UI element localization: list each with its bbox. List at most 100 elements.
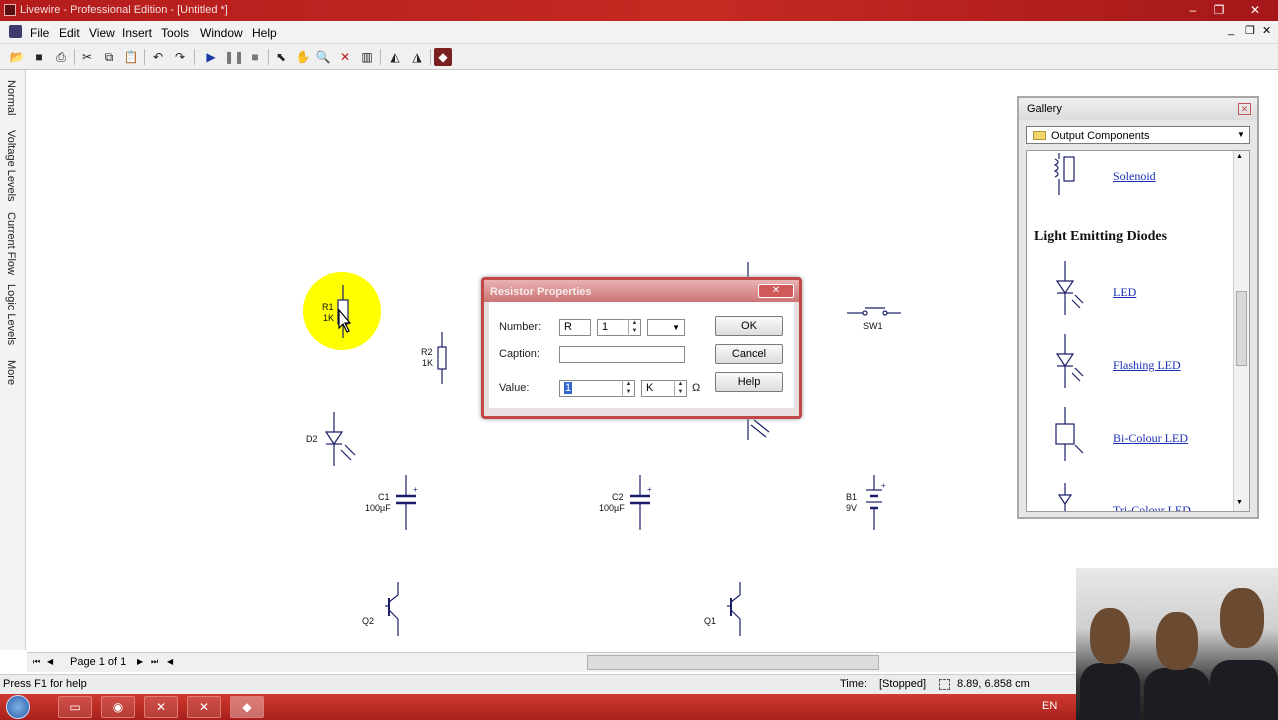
- page-label: Page 1 of 1: [70, 656, 127, 668]
- paste-icon[interactable]: 📋: [122, 48, 140, 66]
- maximize-button[interactable]: ❐: [1210, 2, 1228, 18]
- pointer-icon[interactable]: ⬉: [272, 48, 290, 66]
- gallery-item-tricolour-led[interactable]: Tri-Colour LED: [1113, 503, 1191, 511]
- gallery-close-button[interactable]: ✕: [1238, 103, 1251, 115]
- caption-field[interactable]: [559, 346, 685, 363]
- toolbar-divider: [268, 49, 269, 65]
- copy-icon[interactable]: ⧉: [100, 48, 118, 66]
- gallery-item-flashing-led[interactable]: Flashing LED: [1113, 358, 1181, 373]
- minimize-button[interactable]: –: [1184, 2, 1202, 18]
- next-page-icon[interactable]: ▶: [137, 657, 143, 666]
- caption-label: Caption:: [499, 348, 540, 360]
- gallery-item-led[interactable]: LED: [1113, 285, 1136, 300]
- sw1-contact: [862, 310, 868, 316]
- person-left-body: [1080, 663, 1140, 720]
- livewire-task-icon[interactable]: ◆: [230, 696, 264, 718]
- r1-value: 1K: [323, 313, 335, 323]
- number-prefix-field[interactable]: R: [559, 319, 591, 336]
- menu-file[interactable]: File: [30, 26, 49, 40]
- component-icon[interactable]: ◆: [434, 48, 452, 66]
- sw1-label: SW1: [863, 321, 883, 331]
- zoom-icon[interactable]: 🔍: [314, 48, 332, 66]
- cancel-button[interactable]: Cancel: [715, 344, 783, 364]
- gallery-item-solenoid[interactable]: Solenoid: [1113, 169, 1156, 184]
- unit-field[interactable]: K ▲ ▼: [641, 380, 687, 397]
- chevron-down-icon: ▼: [672, 323, 680, 332]
- rotate-left-icon[interactable]: ◭: [386, 48, 404, 66]
- bicolour-led-symbol: [1055, 423, 1075, 445]
- unit-spinner[interactable]: ▲ ▼: [674, 380, 686, 397]
- hand-icon[interactable]: ✋: [294, 48, 312, 66]
- pause-icon[interactable]: ❚❚: [224, 48, 244, 66]
- start-button[interactable]: [6, 695, 30, 719]
- horizontal-scroll-thumb[interactable]: [587, 655, 879, 670]
- solenoid-symbol: [1053, 153, 1060, 195]
- tab-more[interactable]: More: [5, 360, 17, 385]
- gallery-scrollbar[interactable]: ▲ ▼: [1233, 151, 1249, 511]
- browser-icon[interactable]: ◉: [101, 696, 135, 718]
- play-icon[interactable]: ▶: [202, 48, 220, 66]
- title-bar: Livewire - Professional Edition - [Untit…: [0, 0, 1278, 21]
- gallery-list: Solenoid Light Emitting Diodes LED Flash…: [1026, 150, 1250, 512]
- undo-icon[interactable]: ↶: [149, 48, 167, 66]
- menu-edit[interactable]: Edit: [59, 26, 80, 40]
- coordinates-icon: [939, 679, 950, 690]
- value-spinner[interactable]: ▲ ▼: [622, 380, 634, 397]
- excel-icon[interactable]: ✕: [144, 696, 178, 718]
- chevron-down-icon[interactable]: ▼: [1235, 129, 1247, 141]
- q1-emitter: [730, 609, 741, 620]
- print-icon[interactable]: ⎙: [52, 48, 70, 66]
- flashing-led-symbol: [1055, 353, 1075, 368]
- open-icon[interactable]: 📂: [8, 48, 26, 66]
- gallery-item-bicolour-led[interactable]: Bi-Colour LED: [1113, 431, 1188, 446]
- number-spinner[interactable]: ▲ ▼: [628, 319, 640, 336]
- time-value: [Stopped]: [879, 678, 927, 690]
- last-page-icon[interactable]: ⏭: [151, 657, 158, 667]
- dialog-close-button[interactable]: ✕: [758, 284, 794, 298]
- menu-insert[interactable]: Insert: [122, 26, 152, 40]
- q1-collector: [730, 594, 741, 603]
- d2-led: [324, 431, 344, 446]
- mdi-restore-button[interactable]: ❐: [1245, 24, 1255, 37]
- scroll-thumb[interactable]: [1236, 291, 1247, 366]
- menu-window[interactable]: Window: [200, 26, 243, 40]
- explorer-icon[interactable]: ▭: [58, 696, 92, 718]
- close-button[interactable]: ✕: [1246, 2, 1264, 18]
- gallery-category-select[interactable]: Output Components ▼: [1026, 126, 1250, 144]
- ok-button[interactable]: OK: [715, 316, 783, 336]
- number-suffix-select[interactable]: ▼: [647, 319, 685, 336]
- scroll-up-icon[interactable]: ▲: [1236, 153, 1243, 160]
- tab-logic-levels[interactable]: Logic Levels: [5, 284, 17, 345]
- menu-help[interactable]: Help: [252, 26, 277, 40]
- chart-icon[interactable]: ▥: [358, 48, 376, 66]
- value-field[interactable]: 1 ▲ ▼: [559, 380, 635, 397]
- tab-voltage-levels[interactable]: Voltage Levels: [5, 130, 17, 202]
- coordinates-value: 8.89, 6.858 cm: [957, 678, 1030, 690]
- mdi-close-button[interactable]: ✕: [1262, 24, 1271, 37]
- redo-icon[interactable]: ↷: [171, 48, 189, 66]
- prev-page-icon[interactable]: ◀: [47, 657, 53, 666]
- view-mode-tabs: Normal Voltage Levels Current Flow Logic…: [0, 70, 26, 650]
- menu-view[interactable]: View: [89, 26, 115, 40]
- number-field[interactable]: 1 ▲ ▼: [597, 319, 641, 336]
- scroll-down-icon[interactable]: ▼: [1236, 499, 1243, 506]
- tab-normal[interactable]: Normal: [5, 80, 17, 115]
- gallery-title: Gallery: [1027, 103, 1062, 115]
- first-page-icon[interactable]: ⏮: [33, 657, 40, 667]
- delete-icon[interactable]: ✕: [336, 48, 354, 66]
- tab-current-flow[interactable]: Current Flow: [5, 212, 17, 275]
- cut-icon[interactable]: ✂: [78, 48, 96, 66]
- mdi-minimize-button[interactable]: _: [1228, 24, 1234, 36]
- stop-icon[interactable]: ■: [246, 48, 264, 66]
- excel-icon-2[interactable]: ✕: [187, 696, 221, 718]
- flashing-led-ray: [1071, 372, 1081, 382]
- help-button[interactable]: Help: [715, 372, 783, 392]
- scroll-left-icon[interactable]: ◀: [167, 657, 173, 666]
- c2-label: C2: [612, 492, 624, 502]
- menu-tools[interactable]: Tools: [161, 26, 189, 40]
- rotate-right-icon[interactable]: ◮: [408, 48, 426, 66]
- person-right-body: [1210, 660, 1278, 720]
- language-indicator[interactable]: EN: [1042, 700, 1057, 712]
- dialog-body: Number: R 1 ▲ ▼ ▼ Caption: Value: 1 ▲ ▼ K …: [489, 302, 794, 408]
- save-icon[interactable]: ■: [30, 48, 48, 66]
